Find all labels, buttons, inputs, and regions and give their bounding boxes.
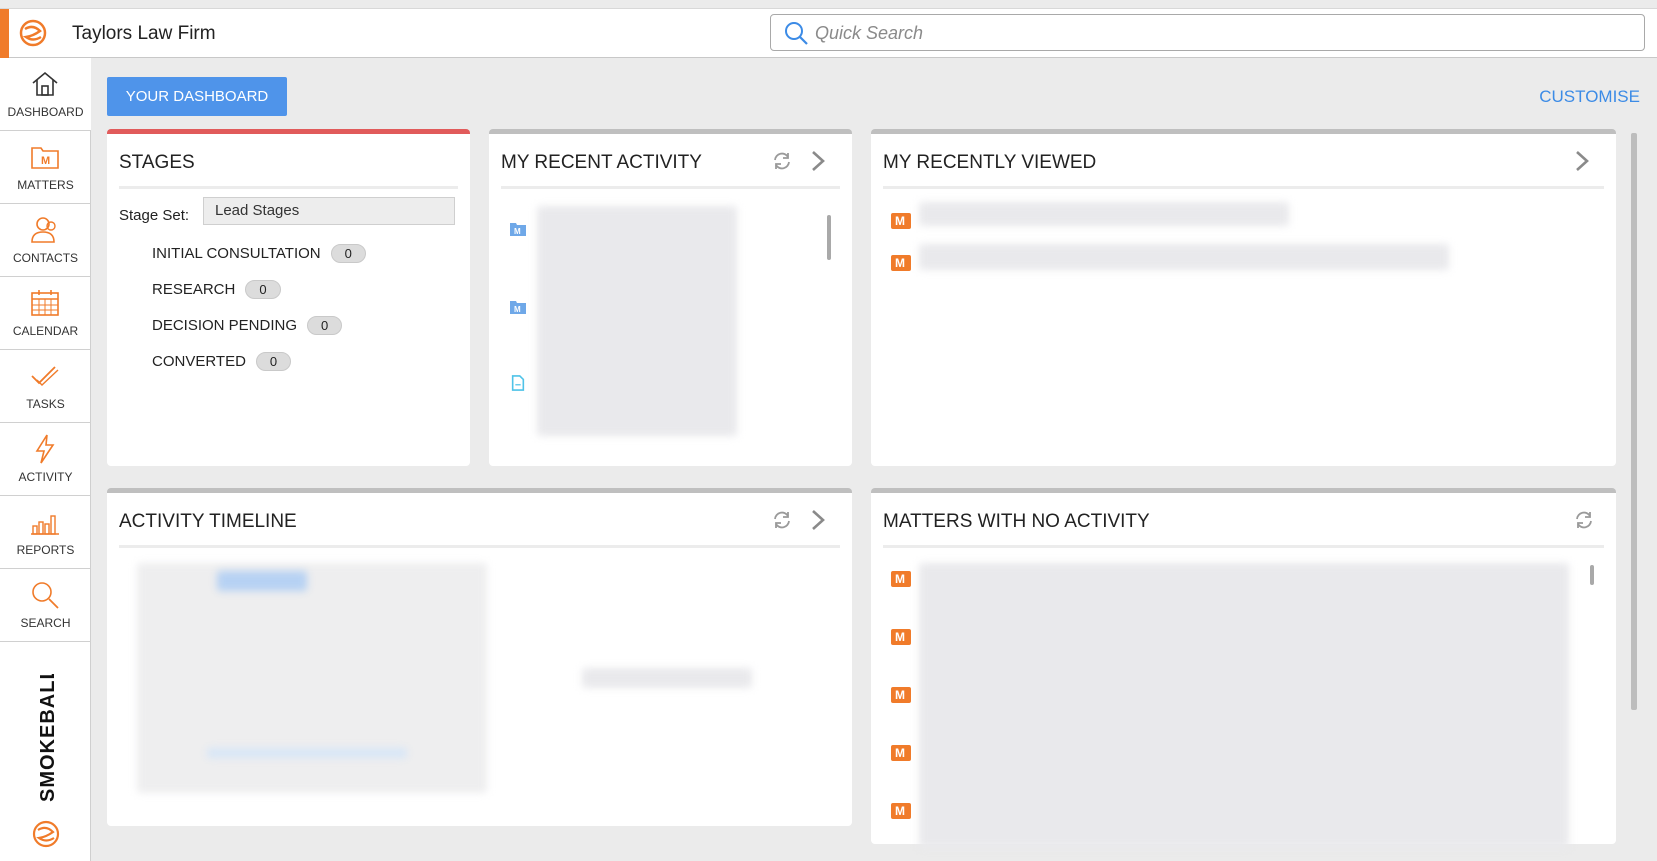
sidebar-item-label: CALENDAR (12, 324, 79, 338)
no-activity-list-blurred (919, 563, 1569, 848)
search-icon (32, 582, 59, 609)
matter-icon: M (891, 213, 911, 229)
stage-row[interactable]: DECISION PENDING 0 (152, 316, 343, 335)
chevron-right-icon[interactable] (1573, 150, 1591, 172)
home-icon (32, 71, 58, 96)
matter-folder-icon: M (510, 223, 526, 236)
matter-icon: M (891, 255, 911, 271)
timeline-empty-text-blurred (582, 668, 752, 688)
sidebar-item-activity[interactable]: ACTIVITY (0, 423, 91, 496)
contacts-icon (31, 217, 56, 243)
recently-viewed-panel: MY RECENTLY VIEWED M M (871, 129, 1616, 466)
divider (119, 186, 458, 189)
quick-search-box[interactable] (770, 14, 1645, 51)
no-activity-panel: MATTERS WITH NO ACTIVITY M M M M M (871, 488, 1616, 848)
timeline-bar-blurred (207, 748, 407, 758)
panel-title: MY RECENTLY VIEWED (883, 152, 1097, 173)
activity-list-blurred (537, 206, 737, 436)
panel-title: MY RECENT ACTIVITY (501, 152, 702, 173)
divider (119, 545, 840, 548)
matter-icon: M (891, 803, 911, 819)
page-scrollbar[interactable] (1631, 133, 1637, 710)
sidebar-item-tasks[interactable]: TASKS (0, 350, 91, 423)
sidebar-item-dashboard[interactable]: DASHBOARD (0, 58, 91, 131)
sidebar-item-matters[interactable]: M MATTERS (0, 131, 91, 204)
panel-title: MATTERS WITH NO ACTIVITY (883, 511, 1150, 532)
matter-icon: M (891, 745, 911, 761)
stage-count-badge: 0 (245, 280, 281, 299)
calendar-icon (31, 290, 59, 316)
stage-set-select[interactable]: Lead Stages (203, 197, 455, 225)
sidebar-item-label: SEARCH (20, 616, 71, 630)
sidebar-item-search[interactable]: SEARCH (0, 569, 91, 642)
sidebar: DASHBOARD M MATTERS CONTACTS CALENDAR TA… (0, 58, 91, 861)
svg-text:M: M (41, 155, 50, 167)
activity-timeline-panel: ACTIVITY TIMELINE (107, 488, 852, 826)
svg-text:M: M (514, 305, 521, 314)
refresh-icon[interactable] (771, 509, 793, 531)
stage-label: CONVERTED (152, 353, 246, 370)
sidebar-item-label: DASHBOARD (7, 105, 84, 119)
divider (883, 186, 1604, 189)
chevron-right-icon[interactable] (809, 509, 827, 531)
scrollbar[interactable] (1590, 565, 1594, 585)
matter-folder-icon: M (510, 301, 526, 314)
sidebar-item-label: TASKS (26, 397, 65, 411)
activity-icon (35, 434, 55, 464)
sidebar-item-label: ACTIVITY (18, 470, 73, 484)
stage-row[interactable]: CONVERTED 0 (152, 352, 292, 371)
timeline-tab-blurred (217, 571, 307, 591)
refresh-icon[interactable] (1573, 509, 1595, 531)
stage-count-badge: 0 (330, 244, 366, 263)
document-icon (511, 375, 525, 391)
your-dashboard-button[interactable]: YOUR DASHBOARD (107, 77, 287, 116)
matters-icon: M (31, 147, 59, 169)
stage-set-label: Stage Set: (119, 207, 190, 224)
stage-label: DECISION PENDING (152, 317, 298, 334)
matter-icon: M (891, 571, 911, 587)
firm-name: Taylors Law Firm (72, 23, 216, 44)
scrollbar[interactable] (827, 215, 831, 260)
chevron-right-icon[interactable] (809, 150, 827, 172)
recent-item-blurred[interactable] (919, 244, 1449, 270)
tasks-icon (31, 366, 59, 386)
stage-label: RESEARCH (152, 281, 236, 298)
brand-area: SMOKEBALL (0, 654, 91, 861)
sidebar-item-label: MATTERS (17, 178, 74, 192)
brand-wordmark: SMOKEBALL (37, 674, 59, 802)
matter-icon: M (891, 629, 911, 645)
smokeball-logo-icon[interactable] (18, 18, 48, 48)
timeline-chart-blurred (137, 563, 487, 793)
matter-icon: M (891, 687, 911, 703)
divider (501, 186, 840, 189)
top-bar: Taylors Law Firm (0, 8, 1657, 58)
stage-label: INITIAL CONSULTATION (152, 245, 321, 262)
panel-title: STAGES (119, 152, 195, 173)
stages-panel: STAGES Stage Set: Lead Stages INITIAL CO… (107, 129, 470, 466)
brand-text: SMOKEBALL (37, 674, 59, 802)
sidebar-item-calendar[interactable]: CALENDAR (0, 277, 91, 350)
stage-row[interactable]: RESEARCH 0 (152, 280, 281, 299)
sidebar-item-reports[interactable]: REPORTS (0, 496, 91, 569)
smokeball-logo-icon (32, 820, 60, 848)
accent-strip (0, 9, 9, 58)
stage-row[interactable]: INITIAL CONSULTATION 0 (152, 244, 366, 263)
refresh-icon[interactable] (771, 150, 793, 172)
sidebar-item-contacts[interactable]: CONTACTS (0, 204, 91, 277)
customise-link[interactable]: CUSTOMISE (1539, 87, 1640, 107)
recent-item-blurred[interactable] (919, 202, 1289, 226)
stage-count-badge: 0 (255, 352, 292, 371)
divider (883, 545, 1604, 548)
recent-activity-panel: MY RECENT ACTIVITY M M (489, 129, 852, 466)
svg-text:M: M (514, 227, 521, 236)
panel-title: ACTIVITY TIMELINE (119, 511, 297, 532)
quick-search-input[interactable] (813, 19, 1617, 48)
sidebar-item-label: REPORTS (16, 543, 75, 557)
reports-icon (31, 515, 59, 535)
search-icon (785, 22, 808, 45)
stage-count-badge: 0 (307, 316, 343, 335)
sidebar-item-label: CONTACTS (12, 251, 79, 265)
